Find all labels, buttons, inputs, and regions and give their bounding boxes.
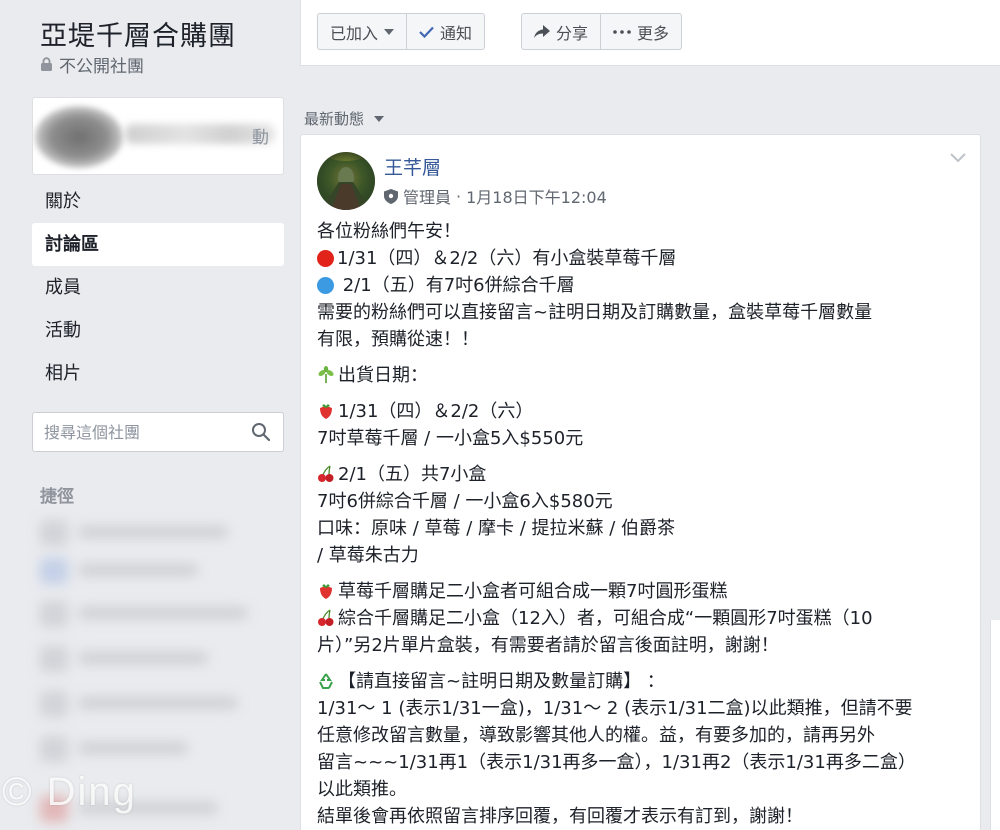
caret-down-icon [384, 28, 395, 35]
share-arrow-icon [534, 24, 550, 38]
post-line: 綜合千層購足二小盒（12入）者，可組合成“一顆圓形7吋蛋糕（10 [317, 605, 972, 632]
post-paragraph: 各位粉絲們午安！ 1/31（四）＆2/2（六）有小盒裝草莓千層 2/1（五）有7… [317, 218, 972, 353]
nav-item-events[interactable]: 活動 [32, 309, 284, 352]
post-line: 結單後會再依照留言排序回覆，有回覆才表示有訂到，謝謝！ [317, 806, 803, 827]
shortcut-item[interactable] [34, 514, 280, 552]
post-meta: 管理員 · 1月18日下午12:04 [384, 184, 607, 208]
left-sidebar: 亞堤千層合購團 不公開社團 動 關於 討論區 成員 活動 相片 捷徑 © Din… [0, 0, 300, 830]
share-label: 分享 [556, 23, 589, 43]
right-column-edge [990, 620, 1000, 830]
nav-item-about[interactable]: 關於 [32, 180, 284, 223]
post-line-text: 出貨日期： [338, 365, 428, 386]
recycle-icon [319, 673, 333, 689]
post-author-role: 管理員 [403, 188, 452, 207]
group-privacy: 不公開社團 [40, 52, 144, 77]
meta-separator: · [456, 186, 462, 206]
privacy-label: 不公開社團 [59, 57, 144, 77]
post-line-text: 2/1（五）有7吋6併綜合千層 [337, 275, 575, 296]
notify-button[interactable]: 通知 [407, 13, 486, 50]
post-line-text: 1/31（四）＆2/2（六）有小盒裝草莓千層 [337, 248, 677, 269]
share-button-group: 分享 更多 [521, 13, 683, 50]
shortcut-item[interactable] [34, 685, 280, 723]
post-line: 草莓千層購足二小盒者可組合成一顆7吋圓形蛋糕 [317, 578, 972, 605]
shortcut-item[interactable] [34, 730, 280, 768]
feed-post: 王芊層 管理員 · 1月18日下午12:04 各位粉絲們午安！ 1/31（四）＆… [300, 134, 981, 830]
group-title[interactable]: 亞堤千層合購團 [40, 14, 236, 53]
shortcut-item[interactable] [34, 552, 280, 590]
post-line: 以此類推。 [317, 779, 407, 800]
shortcut-item[interactable] [34, 640, 280, 678]
post-line: 有限，預購從速！！ [317, 329, 479, 350]
more-dots-icon [613, 29, 631, 34]
shortcuts-heading: 捷徑 [40, 487, 74, 507]
chevron-down-icon[interactable] [950, 153, 966, 163]
post-line: 2/1（五）共7小盒 [317, 461, 972, 488]
post-body: 各位粉絲們午安！ 1/31（四）＆2/2（六）有小盒裝草莓千層 2/1（五）有7… [317, 218, 972, 830]
profile-card[interactable]: 動 [32, 97, 284, 175]
feed-sort-label: 最新動態 [304, 110, 365, 128]
watermark: © Ding [2, 770, 137, 814]
joined-button[interactable]: 已加入 [317, 13, 408, 50]
post-line: 留言~~~1/31再1（表示1/31再多一盒），1/31再2（表示1/31再多二… [317, 752, 916, 773]
post-line: 1/31～ 1 (表示1/31一盒)，1/31～ 2 (表示1/31二盒)以此類… [317, 698, 913, 719]
feed-sort-dropdown[interactable]: 最新動態 [304, 108, 385, 129]
post-line: 7吋草莓千層 / 一小盒5入$550元 [317, 428, 584, 449]
post-line: 任意修改留言數量，導致影響其他人的權。益，有要多加的，請再另外 [317, 725, 875, 746]
post-timestamp[interactable]: 1月18日下午12:04 [466, 184, 607, 208]
lock-icon [41, 57, 52, 71]
post-line: 1/31（四）＆2/2（六）有小盒裝草莓千層 [317, 245, 972, 272]
post-line: 2/1（五）有7吋6併綜合千層 [317, 272, 972, 299]
shortcut-item[interactable] [34, 595, 280, 633]
post-paragraph: 2/1（五）共7小盒 7吋6併綜合千層 / 一小盒6入$580元 口味：原味 /… [317, 461, 972, 569]
search-input[interactable] [33, 413, 233, 451]
post-line-text: 2/1（五）共7小盒 [338, 464, 487, 485]
group-action-bar: 已加入 通知 分享 更多 [300, 0, 1000, 66]
post-line: 各位粉絲們午安！ [317, 221, 461, 242]
nav-item-discussion[interactable]: 討論區 [32, 223, 284, 266]
share-button[interactable]: 分享 [521, 13, 602, 50]
search-icon[interactable] [251, 422, 271, 442]
caret-down-icon [374, 115, 385, 122]
admin-badge-icon [384, 188, 398, 204]
more-label: 更多 [637, 23, 670, 43]
membership-button-group: 已加入 通知 [317, 13, 486, 50]
check-icon [419, 26, 434, 38]
post-line-text: 【請直接留言~註明日期及數量訂購】 ： [338, 671, 665, 692]
post-author-name[interactable]: 王芊層 [384, 153, 441, 180]
group-search [32, 412, 284, 452]
post-line-text: 1/31（四）＆2/2（六） [338, 401, 534, 422]
cherries-icon [318, 609, 334, 626]
cherries-icon [318, 465, 334, 482]
post-line: / 草莓朱古力 [317, 545, 419, 566]
post-line-text: 綜合千層購足二小盒（12入）者，可組合成“一顆圓形7吋蛋糕（10 [338, 608, 873, 629]
post-paragraph: 出貨日期： [317, 362, 972, 389]
post-line: 需要的粉絲們可以直接留言~註明日期及訂購數量，盒裝草莓千層數量 [317, 302, 873, 323]
tunnel-photo-icon [317, 152, 375, 210]
notify-label: 通知 [440, 23, 473, 43]
profile-name-tail: 動 [252, 128, 269, 148]
post-line: 口味：原味 / 草莓 / 摩卡 / 提拉米蘇 / 伯爵茶 [317, 518, 676, 539]
more-button[interactable]: 更多 [601, 13, 683, 50]
group-nav: 關於 討論區 成員 活動 相片 [32, 180, 284, 395]
herb-icon [318, 366, 334, 383]
nav-item-photos[interactable]: 相片 [32, 352, 284, 395]
post-paragraph: 草莓千層購足二小盒者可組合成一顆7吋圓形蛋糕 綜合千層購足二小盒（12入）者，可… [317, 578, 972, 659]
nav-item-members[interactable]: 成員 [32, 266, 284, 309]
avatar [35, 106, 123, 168]
strawberry-icon [320, 404, 332, 419]
post-line-text: 草莓千層購足二小盒者可組合成一顆7吋圓形蛋糕 [338, 581, 728, 602]
post-line: 1/31（四）＆2/2（六） [317, 398, 972, 425]
joined-label: 已加入 [330, 23, 379, 43]
post-line: 【請直接留言~註明日期及數量訂購】 ： [317, 668, 972, 695]
post-line: 出貨日期： [317, 362, 972, 389]
post-paragraph: 1/31（四）＆2/2（六） 7吋草莓千層 / 一小盒5入$550元 [317, 398, 972, 452]
red-circle-icon [317, 250, 334, 267]
blue-circle-icon [317, 277, 334, 294]
strawberry-icon [320, 584, 332, 599]
post-line: 7吋6併綜合千層 / 一小盒6入$580元 [317, 491, 613, 512]
author-avatar[interactable] [317, 152, 375, 210]
post-line: 片）”另2片單片盒裝，有需要者請於留言後面註明，謝謝！ [317, 635, 779, 656]
post-paragraph: 【請直接留言~註明日期及數量訂購】 ： 1/31～ 1 (表示1/31一盒)，1… [317, 668, 972, 830]
